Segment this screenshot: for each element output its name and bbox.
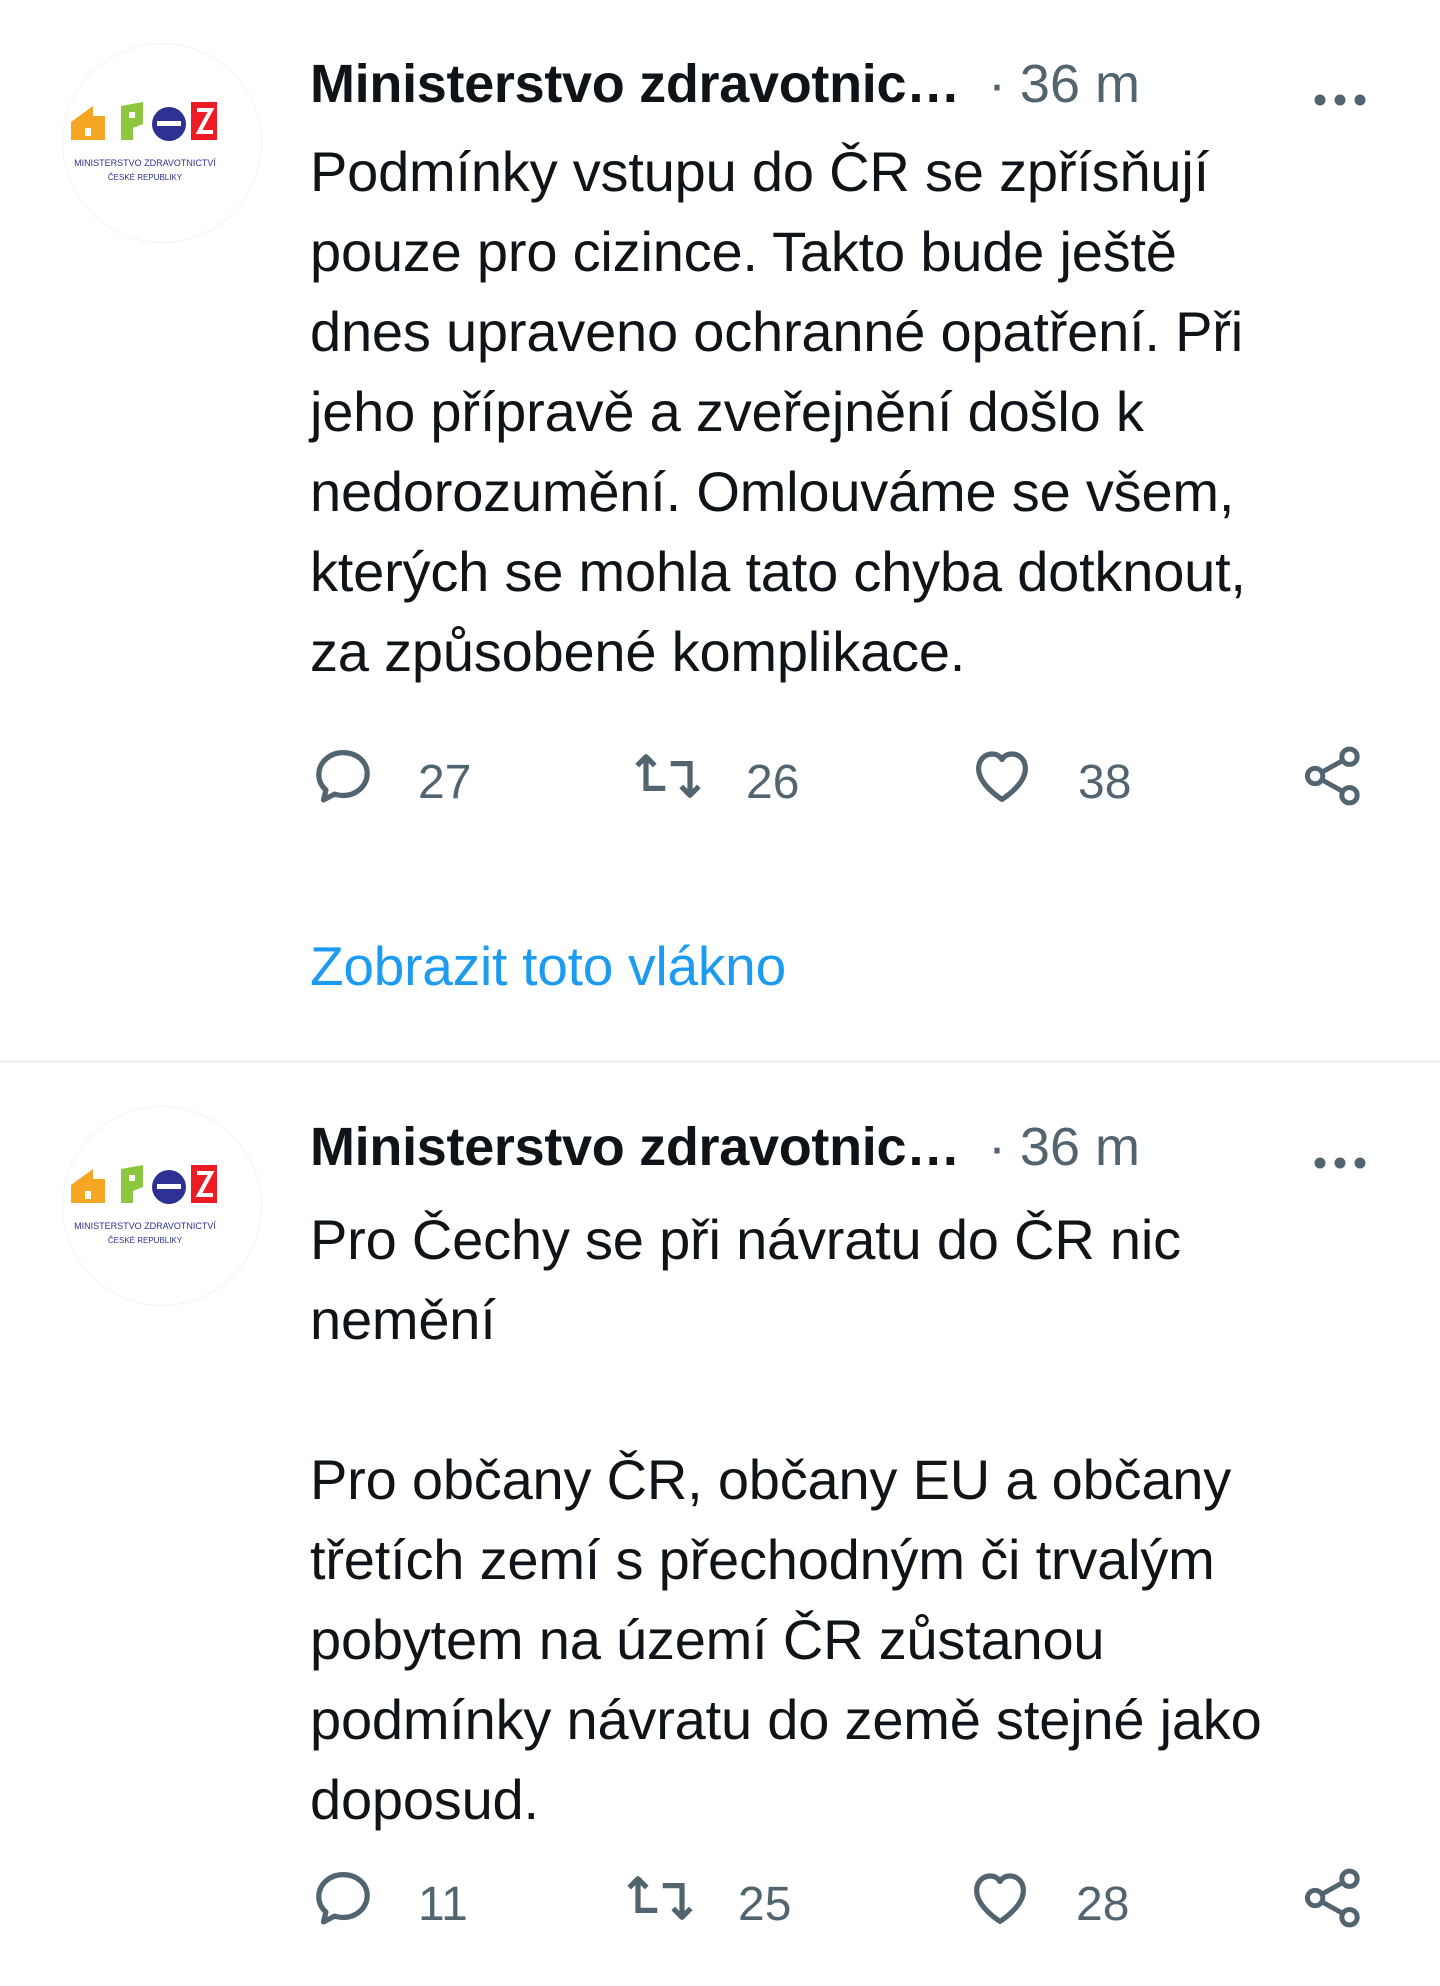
timeline-feed: MINISTERSTVO ZDRAVOTNICTVÍ ČESKÉ REPUBLI…: [0, 0, 1440, 1986]
tweet-header: Ministerstvo zdravotnic… · 36 m: [310, 48, 1370, 120]
logo-text-line1: MINISTERSTVO ZDRAVOTNICTVÍ: [74, 1221, 216, 1231]
reply-button[interactable]: 11: [310, 1864, 468, 1944]
retweet-count: 26: [746, 755, 800, 809]
logo-text-line2: ČESKÉ REPUBLIKY: [108, 1236, 183, 1245]
show-thread-link[interactable]: Zobrazit toto vlákno: [310, 930, 786, 1002]
retweet-icon: [632, 743, 704, 821]
separator-dot: ·: [987, 1117, 1006, 1177]
reply-icon: [310, 743, 376, 821]
retweet-button[interactable]: 25: [624, 1864, 791, 1944]
ministry-logo: MINISTERSTVO ZDRAVOTNICTVÍ ČESKÉ REPUBLI…: [71, 102, 217, 182]
avatar[interactable]: MINISTERSTVO ZDRAVOTNICTVÍ ČESKÉ REPUBLI…: [63, 44, 261, 242]
heart-icon: [966, 1865, 1034, 1943]
share-button[interactable]: [1300, 742, 1366, 822]
reply-count: 27: [418, 755, 472, 809]
like-count: 38: [1078, 755, 1132, 809]
retweet-button[interactable]: 26: [632, 742, 799, 822]
tweet-text: Pro Čechy se při návratu do ČR nic neměn…: [310, 1208, 1262, 1831]
ministry-logo: MINISTERSTVO ZDRAVOTNICTVÍ ČESKÉ REPUBLI…: [71, 1165, 217, 1245]
like-button[interactable]: 38: [968, 742, 1131, 822]
tweet-actions: 27 26 38: [310, 742, 1380, 822]
share-icon: [1300, 1865, 1366, 1943]
heart-icon: [968, 743, 1036, 821]
tweet[interactable]: MINISTERSTVO ZDRAVOTNICTVÍ ČESKÉ REPUBLI…: [0, 1063, 1440, 1986]
author-name[interactable]: Ministerstvo zdravotnic…: [310, 48, 960, 120]
logo-text-line2: ČESKÉ REPUBLIKY: [108, 173, 183, 182]
more-horizontal-icon[interactable]: [1310, 1129, 1370, 1169]
reply-icon: [310, 1865, 376, 1943]
share-icon: [1300, 743, 1366, 821]
tweet-header: Ministerstvo zdravotnic… · 36 m: [310, 1111, 1370, 1183]
author-name[interactable]: Ministerstvo zdravotnic…: [310, 1111, 960, 1183]
avatar[interactable]: MINISTERSTVO ZDRAVOTNICTVÍ ČESKÉ REPUBLI…: [63, 1107, 261, 1305]
tweet[interactable]: MINISTERSTVO ZDRAVOTNICTVÍ ČESKÉ REPUBLI…: [0, 0, 1440, 1060]
like-count: 28: [1076, 1877, 1130, 1931]
separator-dot: ·: [987, 54, 1006, 114]
timestamp[interactable]: 36 m: [1020, 1111, 1140, 1183]
logo-text-line1: MINISTERSTVO ZDRAVOTNICTVÍ: [74, 158, 216, 168]
tweet-text: Podmínky vstupu do ČR se zpřísňují pouze…: [310, 140, 1246, 683]
reply-button[interactable]: 27: [310, 742, 471, 822]
tweet-actions: 11 25 28: [310, 1864, 1380, 1944]
more-horizontal-icon[interactable]: [1310, 66, 1370, 106]
reply-count: 11: [418, 1877, 468, 1931]
timestamp[interactable]: 36 m: [1020, 48, 1140, 120]
share-button[interactable]: [1300, 1864, 1366, 1944]
retweet-count: 25: [738, 1877, 792, 1931]
like-button[interactable]: 28: [966, 1864, 1129, 1944]
retweet-icon: [624, 1865, 696, 1943]
